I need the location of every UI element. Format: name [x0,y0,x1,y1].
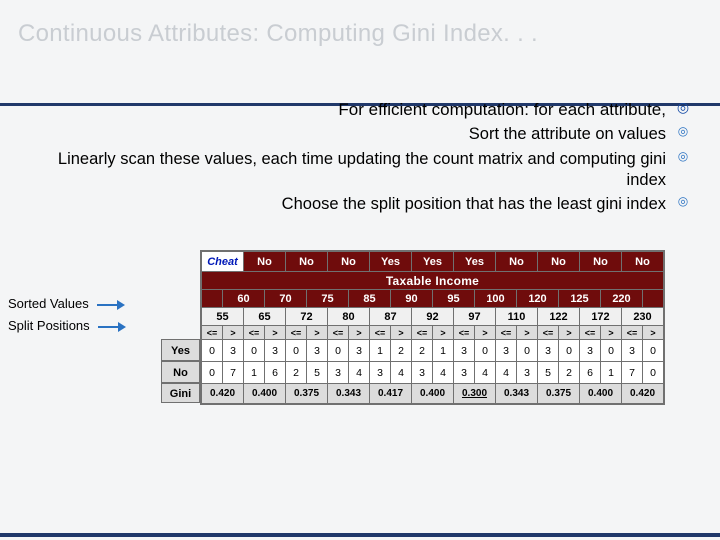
bullet-marker: ◎ [676,99,690,116]
bottom-rule [0,533,720,537]
bullet-list: For efficient computation: for each attr… [0,95,690,219]
bullet-text: Sort the attribute on values [469,124,666,145]
bullet-marker: ◎ [676,194,690,208]
split-positions-label: Split Positions [8,315,126,337]
bullet-text: Linearly scan these values, each time up… [56,149,666,190]
bullet-marker: ◎ [676,149,690,163]
arrow-icon [97,301,125,309]
bullet-2: Linearly scan these values, each time up… [0,149,690,190]
side-labels: Sorted Values Split Positions [8,293,126,337]
sorted-values-label: Sorted Values [8,293,126,315]
bullet-1: Sort the attribute on values ◎ [0,124,690,145]
bullet-3: Choose the split position that has the l… [0,194,690,215]
arrow-icon [98,323,126,331]
gini-table: CheatNoNoNoYesYesYesNoNoNoNoTaxable Inco… [200,250,665,405]
bullet-0: For efficient computation: for each attr… [0,99,690,120]
gini-table-inner: CheatNoNoNoYesYesYesNoNoNoNoTaxable Inco… [201,251,664,404]
slide-title: Continuous Attributes: Computing Gini In… [18,20,538,48]
bullet-marker: ◎ [676,124,690,138]
bullet-text: Choose the split position that has the l… [282,194,666,215]
bullet-text: For efficient computation: for each attr… [338,99,666,120]
